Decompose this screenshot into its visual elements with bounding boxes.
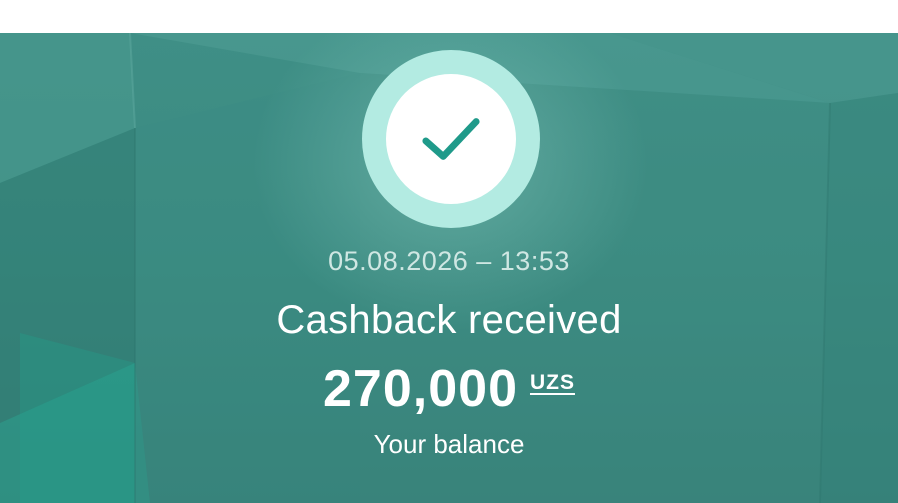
amount-row: 270,000 UZS <box>0 359 898 419</box>
cashback-amount: 270,000 <box>323 360 518 418</box>
notification-title: Cashback received <box>276 298 622 342</box>
checkmark-icon <box>422 118 480 160</box>
balance-label: Your balance <box>373 429 525 459</box>
screen: 05.08.2026 – 13:53 Cashback received 270… <box>0 0 898 503</box>
success-icon-ring <box>362 50 540 228</box>
cashback-banner: 05.08.2026 – 13:53 Cashback received 270… <box>0 33 898 503</box>
transaction-datetime: 05.08.2026 – 13:53 <box>328 246 570 276</box>
currency-label: UZS <box>529 371 575 394</box>
success-icon-circle <box>386 74 516 204</box>
